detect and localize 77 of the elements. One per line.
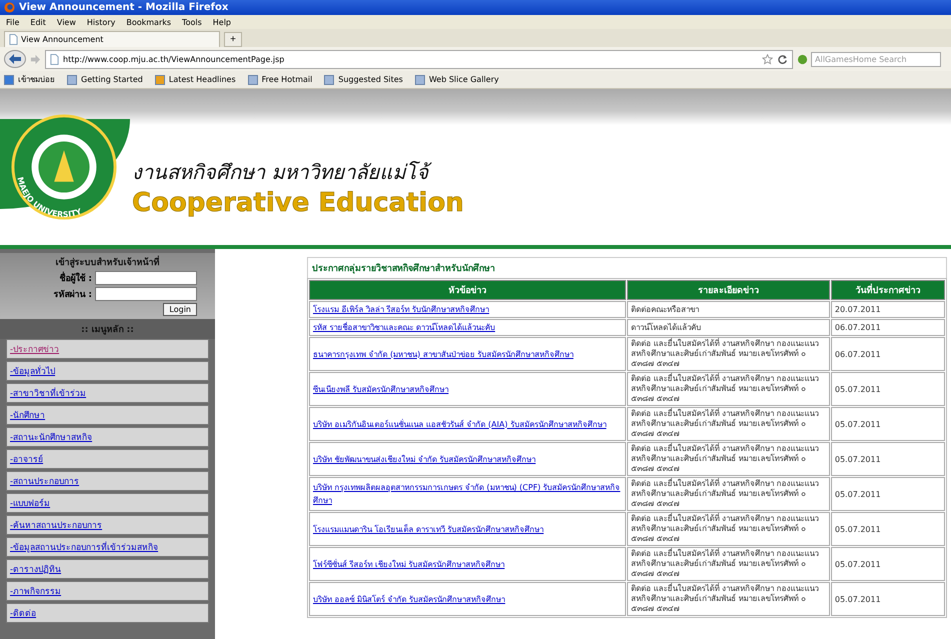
table-cell: ติดต่อ และยื่นใบสมัครได้ที่ งานสหกิจศึกษา กองแนะแนว สหกิจศึกษาและศิษย์เก่าสัมพันธ์ หมายเลขโทรศัพท์ ๐ ๕๓๘๗ ๕๓๔๗ [627,582,830,616]
table-cell: 06.07.2011 [830,319,945,336]
star-icon[interactable] [762,54,773,64]
table-cell: ติดต่อ และยื่นใบสมัครได้ที่ งานสหกิจศึกษา กองแนะแนว สหกิจศึกษาและศิษย์เก่าสัมพันธ์ หมายเลขโทรศัพท์ ๐ ๕๓๘๗ ๕๓๔๗ [627,442,830,476]
table-cell: 05.07.2011 [830,442,945,476]
sidebar-link[interactable]: -ติดต่อ [6,603,209,623]
window-title: View Announcement - Mozilla Firefox [19,2,228,13]
table-cell: 20.07.2011 [830,301,945,318]
table-cell: 05.07.2011 [830,512,945,546]
bookmark-icon [67,74,77,84]
column-header: รายละเอียดข่าว [627,280,830,300]
table-cell: 05.07.2011 [830,372,945,406]
menu-item[interactable]: View [56,18,76,26]
password-label: รหัสผ่าน : [53,288,92,301]
bookmark-icon [414,74,425,84]
bookmark-item[interactable]: Getting Started [67,74,143,84]
table-title: ประกาศกลุ่มรายวิชาสหกิจศึกษาสำหรับนักศึกษา [307,257,947,278]
bookmark-item[interactable]: Suggested Sites [324,74,403,84]
username-label: ชื่อผู้ใช้ : [59,271,92,285]
reload-icon[interactable] [777,54,788,64]
table-cell: 05.07.2011 [830,477,945,511]
username-field[interactable] [95,271,197,285]
sidebar-link[interactable]: -อาจารย์ [6,449,209,469]
table-cell: ติดต่อ และยื่นใบสมัครได้ที่ งานสหกิจศึกษา กองแนะแนว สหกิจศึกษาและศิษย์เก่าสัมพันธ์ หมายเลขโทรศัพท์ ๐ ๕๓๘๗ ๕๓๔๗ [627,547,830,581]
browser-tab[interactable]: View Announcement [4,31,220,47]
bookmark-item[interactable]: Web Slice Gallery [414,74,499,84]
site-subtitle: Cooperative Education [132,188,464,218]
sidebar-link[interactable]: -สถานะนักศึกษาสหกิจ [6,427,209,447]
menu-item[interactable]: Tools [182,18,202,26]
password-field[interactable] [95,287,197,301]
back-icon[interactable] [4,50,26,68]
bookmark-icon [4,74,14,84]
sidebar-link[interactable]: -แบบฟอร์ม [6,493,209,513]
table-cell: ติดต่อ และยื่นใบสมัครได้ที่ งานสหกิจศึกษา กองแนะแนว สหกิจศึกษาและศิษย์เก่าสัมพันธ์ หมายเลขโทรศัพท์ ๐ ๕๓๘๗ ๕๓๔๗ [627,407,830,441]
sidebar-link[interactable]: -ประกาศข่าว [6,339,209,359]
menu-item[interactable]: Help [212,18,232,26]
bookmark-icon [154,74,165,84]
sidebar-link[interactable]: -ค้นหาสถานประกอบการ [6,515,209,535]
login-button[interactable]: Login [163,303,197,316]
page-icon [9,34,18,45]
table-cell: 05.07.2011 [830,582,945,616]
menu-item[interactable]: Edit [30,18,46,26]
menu-heading: :: เมนูหลัก :: [0,319,215,339]
page-icon [50,54,59,64]
table-cell: 05.07.2011 [830,407,945,441]
table-cell: ติดต่อคณะหรือสาขา [627,301,830,318]
table-cell: ดาวน์โหลดได้แล้วคับ [627,319,830,336]
sidebar-link[interactable]: -สาขาวิชาที่เข้าร่วม [6,383,209,403]
menu-item[interactable]: File [6,18,20,26]
bookmark-item[interactable]: เข้าชมบ่อย [4,73,55,86]
site-title: งานสหกิจศึกษา มหาวิทยาลัยแม่โจ้ [132,156,464,188]
bookmark-item[interactable]: Free Hotmail [248,74,312,84]
sidebar-link[interactable]: -ตารางปฏิทิน [6,559,209,579]
sidebar-link[interactable]: -ข้อมูลสถานประกอบการที่เข้าร่วมสหกิจ [6,537,209,557]
table-cell: ติดต่อ และยื่นใบสมัครได้ที่ งานสหกิจศึกษา กองแนะแนว สหกิจศึกษาและศิษย์เก่าสัมพันธ์ หมายเลขโทรศัพท์ ๐ ๕๓๘๗ ๕๓๔๗ [627,372,830,406]
sidebar-link[interactable]: -ภาพกิจกรรม [6,581,209,601]
table-cell: ติดต่อ และยื่นใบสมัครได้ที่ งานสหกิจศึกษา กองแนะแนว สหกิจศึกษาและศิษย์เก่าสัมพันธ์ หมายเลขโทรศัพท์ ๐ ๕๓๘๗ ๕๓๔๗ [627,512,830,546]
column-header: หัวข้อข่าว [309,280,626,300]
column-header: วันที่ประกาศข่าว [830,280,945,300]
new-tab-button[interactable]: + [224,32,242,47]
bookmark-icon [248,74,258,84]
search-field[interactable]: AllGamesHome Search [811,52,941,66]
address-bar[interactable]: http://www.coop.mju.ac.th/ViewAnnouncementPage.jsp [45,50,793,68]
browser-logo-icon [4,2,15,13]
sidebar-link[interactable]: -นักศึกษา [6,405,209,425]
table-cell: 05.07.2011 [830,547,945,581]
sidebar-link[interactable]: -สถานประกอบการ [6,471,209,491]
table-cell: ติดต่อ และยื่นใบสมัครได้ที่ งานสหกิจศึกษา กองแนะแนว สหกิจศึกษาและศิษย์เก่าสัมพันธ์ หมายเลขโทรศัพท์ ๐ ๕๓๘๗ ๕๓๔๗ [627,477,830,511]
sidebar-link[interactable]: -ข้อมูลทั่วไป [6,361,209,381]
login-title: เข้าสู่ระบบสำหรับเจ้าหน้าที่ [56,255,160,269]
bookmark-icon [324,74,334,84]
table-cell: 06.07.2011 [830,337,945,371]
search-engine-icon [797,54,808,64]
menu-item[interactable]: History [86,18,116,26]
menu-item[interactable]: Bookmarks [126,18,172,26]
table-cell: ติดต่อ และยื่นใบสมัครได้ที่ งานสหกิจศึกษา กองแนะแนว สหกิจศึกษาและศิษย์เก่าสัมพันธ์ หมายเลขโทรศัพท์ ๐ ๕๓๘๗ ๕๓๔๗ [627,337,830,371]
bookmark-item[interactable]: Latest Headlines [154,74,236,84]
